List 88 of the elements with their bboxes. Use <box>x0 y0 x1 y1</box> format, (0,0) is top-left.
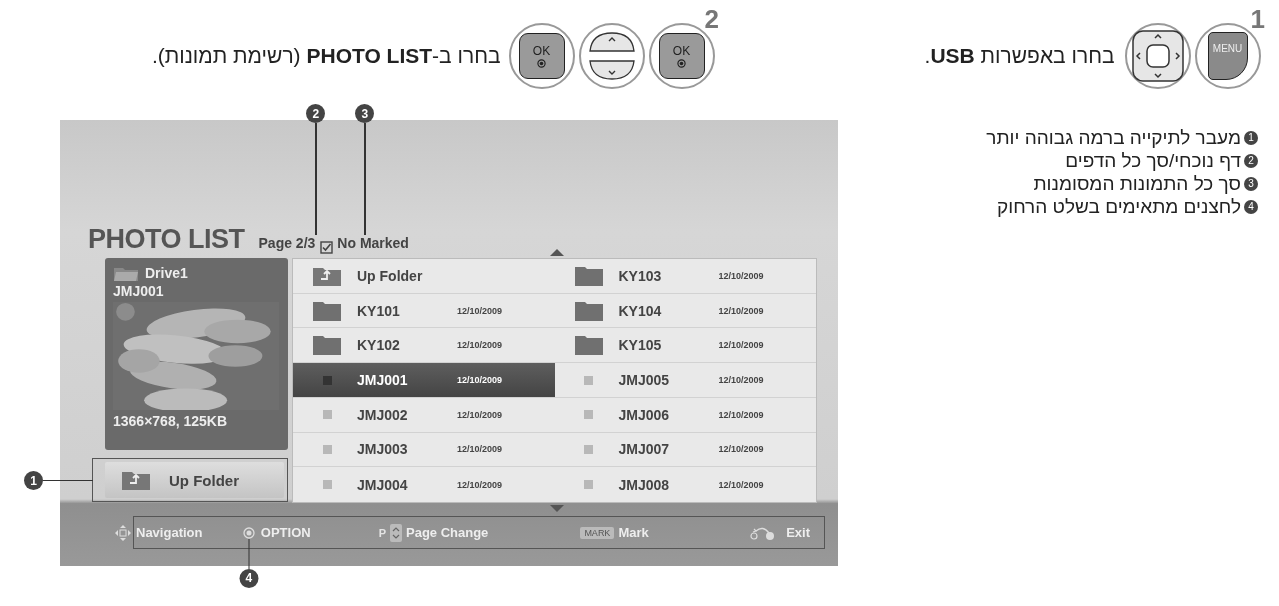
file-name: KY104 <box>618 302 663 319</box>
legend-text: מעבר לתיקייה ברמה גבוהה יותר <box>986 126 1241 149</box>
file-row[interactable]: JMJ002 12/10/2009 <box>293 397 555 433</box>
file-row[interactable]: JMJ004 12/10/2009 <box>293 467 555 502</box>
photo-checkbox-icon <box>322 444 332 454</box>
callout-number: 3 <box>1244 176 1258 191</box>
page-indicator: Page 2/3 <box>258 235 316 251</box>
file-row[interactable]: KY101 12/10/2009 <box>293 293 555 329</box>
file-row[interactable]: JMJ007 12/10/2009 <box>554 432 816 468</box>
photo-checkbox-icon <box>584 444 593 454</box>
file-name: JMJ002 <box>357 406 409 423</box>
file-name: JMJ004 <box>357 476 409 493</box>
photo-checkbox-icon <box>584 480 593 490</box>
file-date: 12/10/2009 <box>457 305 503 316</box>
file-row[interactable]: KY104 12/10/2009 <box>554 293 816 329</box>
drive-name: Drive1 <box>145 265 188 281</box>
file-name: KY105 <box>618 337 663 354</box>
file-date: 12/10/2009 <box>718 444 764 455</box>
file-name: JMJ006 <box>618 406 671 423</box>
up-folder-button[interactable]: Up Folder <box>105 462 284 498</box>
ok-dot-icon <box>677 59 687 68</box>
hint-label: Navigation <box>136 525 203 540</box>
key-label: P <box>378 526 386 539</box>
file-date: 12/10/2009 <box>457 409 503 420</box>
file-name: KY103 <box>618 267 663 284</box>
file-name: KY101 <box>357 302 401 319</box>
photo-checkbox-icon <box>584 375 593 385</box>
file-name: JMJ001 <box>357 372 409 388</box>
file-date: 12/10/2009 <box>457 479 503 490</box>
screen-title: PHOTO LIST <box>88 224 245 255</box>
photo-checkbox-icon <box>322 375 332 385</box>
up-folder-icon <box>121 469 151 491</box>
checkbox-icon <box>320 240 334 254</box>
photo-checkbox-icon <box>584 410 593 420</box>
file-row[interactable]: JMJ005 12/10/2009 <box>554 363 816 398</box>
file-name: KY102 <box>357 337 401 354</box>
file-date: 12/10/2009 <box>718 409 764 420</box>
callout-number: 1 <box>1244 130 1258 145</box>
folder-icon <box>573 299 604 322</box>
legend-text: דף נוכחי/סך כל הדפים <box>1065 149 1241 172</box>
marked-count: No Marked <box>337 235 409 251</box>
callout-number: 4 <box>239 568 259 588</box>
file-row[interactable]: KY105 12/10/2009 <box>554 328 816 364</box>
hint-label: OPTION <box>260 525 311 540</box>
image-info: 1366×768, 125KB <box>113 413 229 429</box>
hint-label: Exit <box>786 525 810 540</box>
hint-label: Mark <box>618 525 649 540</box>
file-date: 12/10/2009 <box>718 340 764 351</box>
callout-number: 1 <box>24 471 43 490</box>
folder-icon <box>573 264 604 287</box>
photo-checkbox-icon <box>322 480 332 490</box>
file-name: JMJ001 <box>113 283 165 299</box>
up-down-key-icon <box>390 523 402 542</box>
file-name: JMJ007 <box>618 441 671 458</box>
mark-key: MARK <box>580 526 615 539</box>
file-name: JMJ003 <box>357 441 409 458</box>
file-row[interactable]: JMJ001 12/10/2009 <box>293 363 555 398</box>
file-row[interactable]: JMJ008 12/10/2009 <box>554 467 816 502</box>
file-row[interactable]: KY103 12/10/2009 <box>554 259 816 294</box>
leader-line <box>43 479 93 482</box>
hint-label: Page Change <box>406 525 489 540</box>
folder-icon <box>312 299 342 322</box>
option-icon <box>242 526 255 539</box>
file-date: 12/10/2009 <box>457 340 503 351</box>
scroll-up-icon[interactable] <box>550 249 564 256</box>
file-name: Up Folder <box>357 267 424 284</box>
file-name: JMJ005 <box>618 372 671 388</box>
callout-number: 2 <box>306 104 326 123</box>
file-row[interactable]: JMJ006 12/10/2009 <box>554 397 816 433</box>
callout-number: 4 <box>1244 199 1258 214</box>
file-date: 12/10/2009 <box>457 444 503 455</box>
legend-text: לחצנים מתאימים בשלט הרחוק <box>997 195 1241 218</box>
callout-number: 2 <box>1244 153 1258 168</box>
file-row[interactable]: JMJ003 12/10/2009 <box>293 432 555 468</box>
folder-icon <box>312 334 342 357</box>
file-name: JMJ008 <box>618 476 671 493</box>
photo-checkbox-icon <box>322 410 332 420</box>
file-date: 12/10/2009 <box>718 479 764 490</box>
legend-text: סך כל התמונות המסומנות <box>1033 172 1241 195</box>
ok-dot-icon <box>537 59 547 68</box>
file-date: 12/10/2009 <box>718 305 764 316</box>
navigation-icon <box>114 523 132 542</box>
folder-icon <box>573 334 604 357</box>
callout-number: 3 <box>355 104 375 123</box>
file-row[interactable]: Up Folder <box>293 259 555 294</box>
file-date: 12/10/2009 <box>718 270 764 281</box>
file-date: 12/10/2009 <box>457 375 503 385</box>
file-date: 12/10/2009 <box>718 375 764 385</box>
